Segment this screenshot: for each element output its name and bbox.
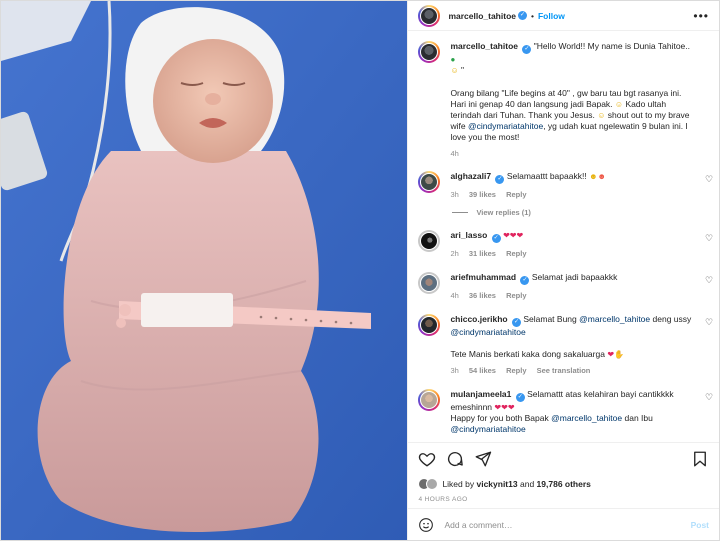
separator-dot: • (531, 10, 534, 21)
heart-eyes-emoji-icon: ☻ (597, 172, 606, 181)
add-comment-input[interactable] (444, 519, 691, 530)
comment-bubble-icon[interactable] (446, 450, 464, 468)
like-heart-icon[interactable] (418, 450, 436, 468)
comment-mention[interactable]: @cindymariatahitoe (450, 327, 525, 337)
like-comment-heart-icon[interactable]: ♡ (705, 318, 713, 327)
red-heart-emoji-icon: ❤❤❤ (494, 403, 515, 412)
comment-item: ariefmuhammad ✓ Selamat jadi bapaakkk 4h… (418, 272, 713, 301)
commenter-username[interactable]: ari_lasso (450, 230, 487, 240)
commenter-username[interactable]: chicco.jerikho (450, 314, 507, 324)
comment-mention[interactable]: @cindymariatahitoe (450, 424, 525, 434)
comment-mention[interactable]: @marcello_tahitoe (579, 314, 650, 324)
smile-emoji-icon: ☺ (597, 111, 606, 120)
comment-item: alghazali7 ✓ Selamaattt bapaakk!! ☻☻ 3h … (418, 171, 713, 200)
like-comment-heart-icon[interactable]: ♡ (705, 393, 713, 402)
author-avatar[interactable] (418, 4, 441, 27)
likes-middle: and (519, 479, 535, 489)
follow-button[interactable]: Follow (538, 11, 565, 21)
caption-mention[interactable]: @cindymariatahitoe (468, 121, 543, 131)
commenter-username[interactable]: ariefmuhammad (450, 272, 516, 282)
reply-button[interactable]: Reply (506, 249, 526, 258)
likes-prefix: Liked by (442, 479, 475, 489)
caption-username[interactable]: marcello_tahitoe (450, 41, 518, 51)
like-comment-heart-icon[interactable]: ♡ (705, 234, 713, 243)
liker-avatar (426, 478, 439, 490)
post-comment-button[interactable]: Post (691, 520, 709, 530)
post-photo[interactable] (1, 1, 408, 540)
see-translation-button[interactable]: See translation (537, 366, 591, 375)
verified-badge-icon: ✓ (515, 393, 525, 402)
comment-item: ari_lasso ✓ ❤❤❤ 2h 31 likes Reply ♡ (418, 230, 713, 259)
commenter-avatar[interactable] (418, 314, 441, 336)
liked-by-user[interactable]: vickynit13 (476, 479, 517, 489)
comment-text: Selamaattt bapaakk!! (506, 171, 587, 181)
share-send-icon[interactable] (474, 450, 492, 468)
post-actions-bar (408, 442, 719, 474)
smile-emoji-icon: ☺ (450, 66, 459, 75)
comment-likes-count[interactable]: 39 likes (469, 190, 496, 199)
commenter-avatar[interactable] (418, 272, 441, 294)
caption-avatar[interactable] (418, 41, 441, 63)
comment-time: 2h (450, 249, 459, 258)
verified-badge-icon: ✓ (518, 11, 527, 20)
comment-likes-count[interactable]: 54 likes (469, 366, 496, 375)
comment-text: Happy for you both Bapak (450, 413, 549, 423)
comment-text: Selamat Bung (523, 314, 577, 324)
post-side-panel: marcello_tahitoe ✓ • Follow ••• marcello… (407, 1, 719, 540)
comment-text: deng ussy (652, 314, 692, 324)
verified-badge-icon: ✓ (511, 318, 521, 327)
comment-text: dan Ibu (624, 413, 653, 423)
comment-time: 3h (450, 366, 459, 375)
newborn-baby-photo (1, 1, 408, 540)
add-comment-bar: Post (408, 508, 719, 540)
praying-hands-emoji-icon: ✋ (614, 350, 624, 359)
red-heart-emoji-icon: ❤❤❤ (503, 231, 524, 240)
caption-time: 4h (450, 149, 459, 158)
author-username[interactable]: marcello_tahitoe (448, 11, 516, 21)
comment-text: Selamat jadi bapaakkk (531, 272, 618, 282)
like-comment-heart-icon[interactable]: ♡ (705, 276, 713, 285)
caption: marcello_tahitoe ✓ "Hello World!! My nam… (418, 41, 709, 159)
likes-count[interactable]: 19,786 others (537, 479, 591, 489)
commenter-avatar[interactable] (418, 389, 441, 411)
reply-button[interactable]: Reply (506, 366, 526, 375)
smile-emoji-icon: ☺ (614, 100, 624, 109)
comment-item: chicco.jerikho ✓ Selamat Bung @marcello_… (418, 314, 713, 376)
like-comment-heart-icon[interactable]: ♡ (705, 175, 713, 184)
comment-item: mulanjameela1 ✓ Selamattt atas kelahiran… (418, 389, 713, 435)
likes-summary: Liked by vickynit13 and 19,786 others (408, 474, 719, 494)
save-bookmark-icon[interactable] (691, 450, 709, 468)
more-horizontal-icon[interactable]: ••• (693, 9, 709, 23)
reply-button[interactable]: Reply (506, 291, 526, 300)
caption-line1: "Hello World!! My name is Dunia Tahitoe.… (533, 41, 690, 51)
post-header: marcello_tahitoe ✓ • Follow ••• (408, 1, 719, 31)
comment-likes-count[interactable]: 31 likes (469, 249, 496, 258)
commenter-avatar[interactable] (418, 230, 441, 252)
verified-badge-icon: ✓ (520, 276, 530, 285)
commenter-username[interactable]: alghazali7 (450, 171, 491, 181)
emoji-picker-icon[interactable] (418, 517, 434, 533)
post-timestamp: 4 HOURS AGO (418, 496, 468, 503)
instagram-post: marcello_tahitoe ✓ • Follow ••• marcello… (0, 0, 720, 541)
comment-mention[interactable]: @marcello_tahitoe (551, 413, 622, 423)
verified-badge-icon: ✓ (495, 175, 505, 184)
comment-time: 4h (450, 291, 459, 300)
commenter-username[interactable]: mulanjameela1 (450, 389, 511, 399)
comment-likes-count[interactable]: 36 likes (469, 291, 496, 300)
commenter-avatar[interactable] (418, 171, 441, 193)
caption-line1b: " (460, 65, 465, 75)
globe-emoji-icon: ● (450, 55, 456, 64)
comments-list[interactable]: marcello_tahitoe ✓ "Hello World!! My nam… (408, 31, 719, 442)
verified-badge-icon: ✓ (491, 234, 501, 243)
comment-text: Tete Manis berkati kaka dong sakaluarga (450, 349, 605, 359)
reply-button[interactable]: Reply (506, 190, 526, 199)
verified-badge-icon: ✓ (522, 45, 532, 54)
comment-time: 3h (450, 190, 459, 199)
view-replies-button[interactable]: View replies (1) (452, 208, 709, 217)
